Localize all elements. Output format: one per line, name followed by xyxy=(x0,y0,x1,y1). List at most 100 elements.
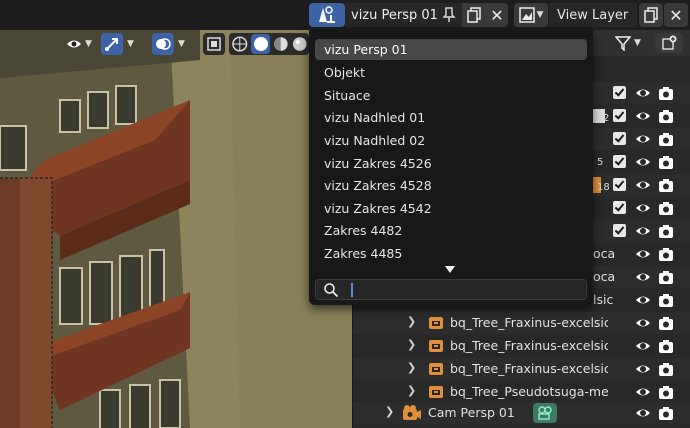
new-view-layer-button[interactable] xyxy=(639,3,663,27)
scene-option[interactable]: vizu Zakres 4528 xyxy=(315,175,587,196)
scene-option[interactable]: Objekt xyxy=(315,62,587,83)
camera-render-icon[interactable] xyxy=(658,315,674,331)
eye-icon[interactable] xyxy=(635,200,651,216)
top-header-bar: vizu Persp 01 ✕ ▼ View Layer ✕ xyxy=(0,0,690,30)
count-badge: 2 xyxy=(603,113,610,124)
eye-icon[interactable] xyxy=(635,292,651,308)
pin-icon xyxy=(442,7,456,22)
camera-data-badge[interactable] xyxy=(533,403,557,423)
scene-browse-button[interactable] xyxy=(309,3,345,27)
3d-viewport[interactable] xyxy=(0,30,352,428)
exclude-checkbox[interactable] xyxy=(613,178,626,191)
chevron-down-icon: ▼ xyxy=(85,39,92,49)
camera-render-icon[interactable] xyxy=(658,200,674,216)
eye-icon[interactable] xyxy=(635,338,651,354)
camera-render-icon[interactable] xyxy=(658,338,674,354)
scene-option[interactable]: vizu Nadhled 02 xyxy=(315,130,587,151)
eye-icon[interactable] xyxy=(635,384,651,400)
camera-render-icon[interactable] xyxy=(658,405,674,421)
eye-icon[interactable] xyxy=(635,85,651,101)
new-scene-button[interactable] xyxy=(462,3,486,27)
exclude-checkbox[interactable] xyxy=(613,201,626,214)
collection-instance-icon xyxy=(429,317,443,329)
pin-scene-button[interactable] xyxy=(438,3,460,27)
close-icon: ✕ xyxy=(669,5,683,25)
outliner-item-label: Cam Persp 01 xyxy=(428,405,515,420)
expand-arrow-icon[interactable]: ❯ xyxy=(407,315,416,328)
duplicate-icon xyxy=(644,7,658,23)
overlays-icon xyxy=(156,38,171,50)
camera-render-icon[interactable] xyxy=(658,269,674,285)
collection-instance-icon xyxy=(429,386,443,398)
exclude-checkbox[interactable] xyxy=(613,109,626,122)
scene-option[interactable]: vizu Nadhled 01 xyxy=(315,107,587,128)
eye-icon[interactable] xyxy=(635,315,651,331)
scene-option[interactable]: vizu Persp 01 xyxy=(315,39,587,60)
overlays-toggle-button[interactable] xyxy=(152,33,174,55)
camera-render-icon[interactable] xyxy=(658,131,674,147)
close-icon: ✕ xyxy=(490,5,504,25)
exclude-checkbox[interactable] xyxy=(613,86,626,99)
delete-view-layer-button[interactable]: ✕ xyxy=(664,3,688,27)
wireframe-shading-icon[interactable] xyxy=(231,35,249,53)
eye-icon[interactable] xyxy=(635,108,651,124)
camera-render-icon[interactable] xyxy=(658,177,674,193)
gizmo-icon xyxy=(105,38,118,51)
scroll-down-arrow-icon[interactable] xyxy=(445,266,455,273)
scene-option[interactable]: vizu Zakres 4542 xyxy=(315,198,587,219)
scene-option[interactable]: Zakres 4482 xyxy=(315,220,587,241)
eye-icon[interactable] xyxy=(635,269,651,285)
scene-option[interactable]: Zakres 4485 xyxy=(315,243,587,264)
outliner-item-label: bq_Tree_Fraxinus-excelsic xyxy=(450,338,608,353)
camera-render-icon[interactable] xyxy=(658,85,674,101)
outliner-row-tree[interactable]: ❯ bq_Tree_Fraxinus-excelsic xyxy=(353,335,690,357)
eye-icon[interactable] xyxy=(635,405,651,421)
scene-option[interactable]: vizu Zakres 4526 xyxy=(315,153,587,174)
exclude-checkbox[interactable] xyxy=(613,224,626,237)
camera-render-icon[interactable] xyxy=(658,384,674,400)
scene-option[interactable]: Situace xyxy=(315,85,587,106)
view-layer-browse-button[interactable]: ▼ xyxy=(514,3,548,27)
camera-render-icon[interactable] xyxy=(658,361,674,377)
chevron-down-icon[interactable]: ▼ xyxy=(178,39,185,49)
outliner-item-label: bq_Tree_Fraxinus-excelsic xyxy=(450,361,608,376)
eye-icon[interactable] xyxy=(635,246,651,262)
eye-icon[interactable] xyxy=(635,177,651,193)
view-object-types-button[interactable]: ▼ xyxy=(62,33,96,55)
new-collection-button[interactable] xyxy=(655,33,683,53)
camera-render-icon[interactable] xyxy=(658,154,674,170)
rendered-shading-icon[interactable] xyxy=(291,35,309,53)
material-shading-icon[interactable] xyxy=(272,35,290,53)
chevron-down-icon[interactable]: ▼ xyxy=(127,39,134,49)
xray-icon xyxy=(207,37,221,51)
camera-render-icon[interactable] xyxy=(658,223,674,239)
expand-arrow-icon[interactable]: ❯ xyxy=(407,384,416,397)
collection-instance-icon xyxy=(429,363,443,375)
outliner-row-tree[interactable]: ❯ bq_Tree_Fraxinus-excelsic xyxy=(353,358,690,380)
exclude-checkbox[interactable] xyxy=(613,155,626,168)
camera-render-icon[interactable] xyxy=(658,246,674,262)
expand-arrow-icon[interactable]: ❯ xyxy=(385,405,394,418)
exclude-checkbox[interactable] xyxy=(613,132,626,145)
eye-icon[interactable] xyxy=(635,223,651,239)
gizmo-toggle-button[interactable] xyxy=(101,33,123,55)
view-layer-name-field[interactable]: View Layer xyxy=(549,3,637,27)
camera-render-icon[interactable] xyxy=(658,292,674,308)
outliner-row-tree[interactable]: ❯ bq_Tree_Fraxinus-excelsic xyxy=(353,312,690,334)
xray-toggle-button[interactable] xyxy=(203,33,225,55)
eye-icon[interactable] xyxy=(635,131,651,147)
eye-icon[interactable] xyxy=(635,154,651,170)
expand-arrow-icon[interactable]: ❯ xyxy=(407,338,416,351)
eye-icon[interactable] xyxy=(635,361,651,377)
solid-shading-icon[interactable] xyxy=(250,34,270,54)
delete-scene-button[interactable]: ✕ xyxy=(486,3,508,27)
outliner-row-tree[interactable]: ❯ bq_Tree_Pseudotsuga-mer xyxy=(353,381,690,403)
view-layer-icon xyxy=(518,7,535,23)
camera-render-icon[interactable] xyxy=(658,108,674,124)
chevron-down-icon: ▼ xyxy=(536,10,544,20)
expand-arrow-icon[interactable]: ❯ xyxy=(407,361,416,374)
filter-button[interactable]: ▼ xyxy=(615,33,651,53)
shading-modes-group xyxy=(229,33,309,55)
search-input[interactable] xyxy=(315,279,587,300)
outliner-row-camera[interactable]: ❯ Cam Persp 01 xyxy=(353,402,690,424)
